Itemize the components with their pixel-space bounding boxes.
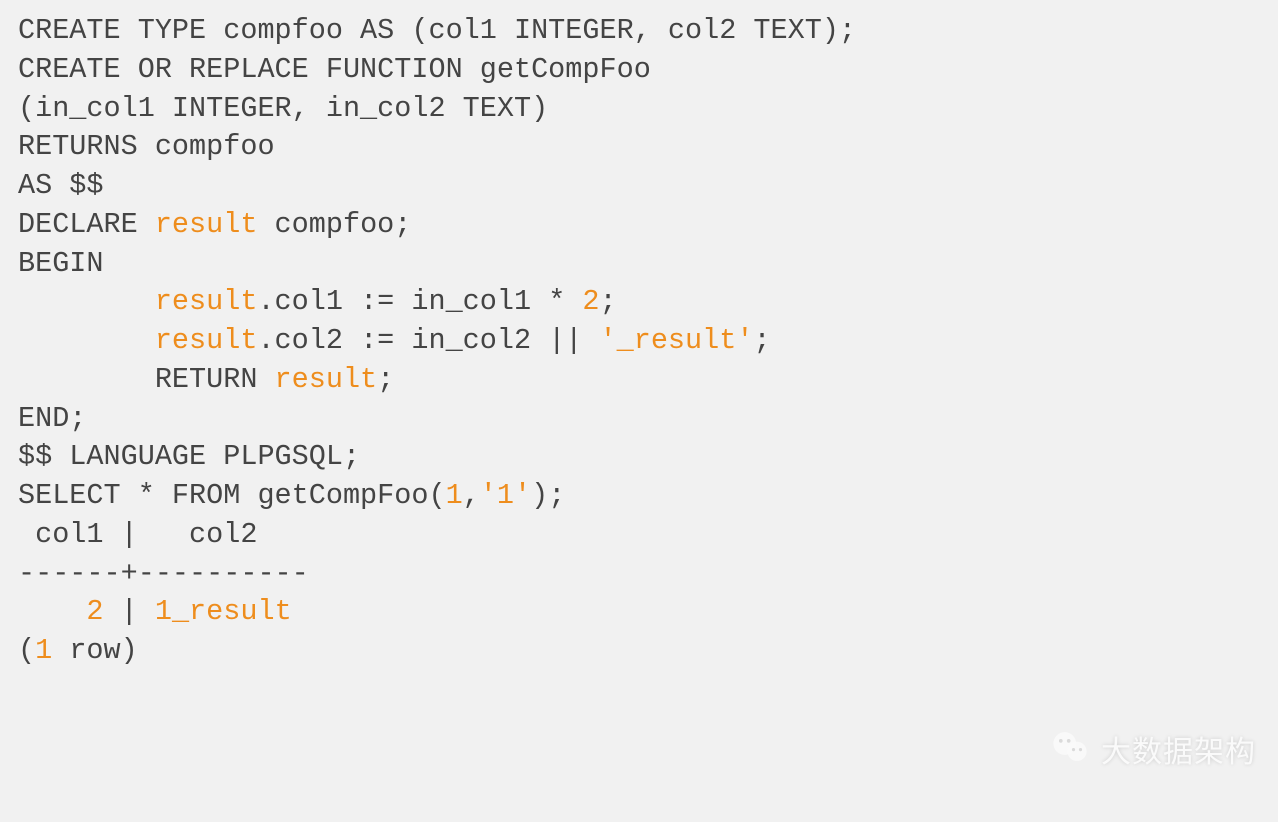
- code-token: DECLARE: [18, 208, 155, 241]
- code-token: ;: [753, 324, 770, 357]
- wechat-icon: [1049, 726, 1091, 780]
- code-token: [18, 285, 155, 318]
- code-token: 1: [446, 479, 463, 512]
- code-line: col1 | col2: [18, 516, 1260, 555]
- code-line: CREATE TYPE compfoo AS (col1 INTEGER, co…: [18, 12, 1260, 51]
- code-token: 2: [582, 285, 599, 318]
- code-token: _result: [172, 595, 292, 628]
- code-line: $$ LANGUAGE PLPGSQL;: [18, 438, 1260, 477]
- code-token: 1: [155, 595, 172, 628]
- code-line: CREATE OR REPLACE FUNCTION getCompFoo: [18, 51, 1260, 90]
- code-token: CREATE OR REPLACE FUNCTION getCompFoo: [18, 53, 651, 86]
- code-token: row): [52, 634, 138, 667]
- code-line: RETURN result;: [18, 361, 1260, 400]
- code-token: ------+----------: [18, 557, 309, 590]
- code-token: result: [275, 363, 378, 396]
- code-token: ;: [600, 285, 617, 318]
- code-token: .col1 := in_col1 *: [257, 285, 582, 318]
- code-token: BEGIN: [18, 247, 104, 280]
- code-token: [18, 595, 86, 628]
- code-token: SELECT * FROM getCompFoo(: [18, 479, 446, 512]
- code-token: 2: [86, 595, 103, 628]
- code-line: AS $$: [18, 167, 1260, 206]
- code-line: result.col1 := in_col1 * 2;: [18, 283, 1260, 322]
- code-token: compfoo;: [257, 208, 411, 241]
- code-line: ------+----------: [18, 555, 1260, 594]
- code-token: AS $$: [18, 169, 104, 202]
- code-token: RETURNS compfoo: [18, 130, 275, 163]
- code-token: ,: [463, 479, 480, 512]
- watermark: 大数据架构: [1049, 726, 1256, 780]
- code-line: result.col2 := in_col2 || '_result';: [18, 322, 1260, 361]
- code-line: (in_col1 INTEGER, in_col2 TEXT): [18, 90, 1260, 129]
- code-line: 2 | 1_result: [18, 593, 1260, 632]
- code-token: col1 | col2: [18, 518, 257, 551]
- code-token: 1: [35, 634, 52, 667]
- code-token: CREATE TYPE compfoo AS (col1 INTEGER, co…: [18, 14, 856, 47]
- code-line: RETURNS compfoo: [18, 128, 1260, 167]
- code-token: RETURN: [18, 363, 275, 396]
- code-token: result: [155, 208, 258, 241]
- code-line: (1 row): [18, 632, 1260, 671]
- code-token: result: [155, 324, 258, 357]
- code-token: result: [155, 285, 258, 318]
- code-token: '_result': [600, 324, 754, 357]
- code-token: [18, 324, 155, 357]
- code-token: '1': [480, 479, 531, 512]
- code-token: (: [18, 634, 35, 667]
- code-token: $$ LANGUAGE PLPGSQL;: [18, 440, 360, 473]
- code-token: .col2 := in_col2 ||: [257, 324, 599, 357]
- code-line: SELECT * FROM getCompFoo(1,'1');: [18, 477, 1260, 516]
- code-line: END;: [18, 400, 1260, 439]
- code-line: BEGIN: [18, 245, 1260, 284]
- code-block: CREATE TYPE compfoo AS (col1 INTEGER, co…: [0, 0, 1278, 683]
- watermark-text: 大数据架构: [1101, 733, 1256, 774]
- code-token: |: [104, 595, 155, 628]
- code-token: );: [531, 479, 565, 512]
- code-line: DECLARE result compfoo;: [18, 206, 1260, 245]
- code-token: (in_col1 INTEGER, in_col2 TEXT): [18, 92, 548, 125]
- code-token: END;: [18, 402, 86, 435]
- code-token: ;: [377, 363, 394, 396]
